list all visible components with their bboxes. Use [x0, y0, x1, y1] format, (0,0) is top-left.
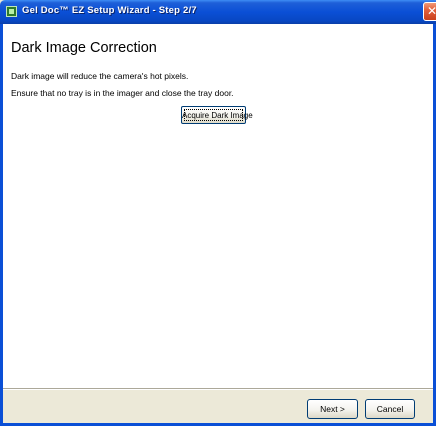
cancel-button[interactable]: Cancel — [365, 399, 415, 419]
wizard-button-bar: Next > Cancel — [3, 388, 433, 423]
title-bar[interactable]: Gel Doc™ EZ Setup Wizard - Step 2/7 ✕ — [0, 0, 436, 24]
setup-wizard-window: Gel Doc™ EZ Setup Wizard - Step 2/7 ✕ Da… — [0, 0, 436, 426]
close-icon[interactable]: ✕ — [423, 2, 436, 21]
app-icon — [6, 6, 17, 17]
window-title: Gel Doc™ EZ Setup Wizard - Step 2/7 — [22, 5, 197, 16]
acquire-dark-image-button[interactable]: Acquire Dark Image — [181, 106, 253, 124]
description-line-1: Dark image will reduce the camera's hot … — [11, 71, 189, 81]
description-line-2: Ensure that no tray is in the imager and… — [11, 88, 234, 98]
page-heading: Dark Image Correction — [11, 40, 157, 56]
next-button[interactable]: Next > — [307, 399, 358, 419]
wizard-content-panel: Dark Image Correction Dark image will re… — [3, 24, 433, 388]
